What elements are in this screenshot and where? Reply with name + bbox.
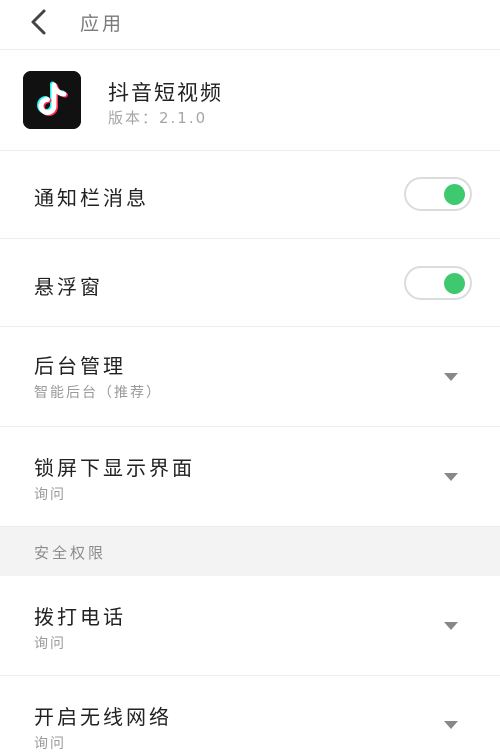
phone-call-permission-row[interactable]: 拨打电话 询问 — [0, 577, 500, 676]
wifi-permission-row[interactable]: 开启无线网络 询问 — [0, 677, 500, 753]
chevron-down-icon[interactable] — [444, 721, 458, 729]
security-permissions-section-header: 安全权限 — [0, 527, 500, 576]
chevron-left-icon — [31, 9, 46, 35]
top-bar: 应用 — [0, 0, 500, 50]
floating-window-setting-row[interactable]: 悬浮窗 — [0, 240, 500, 327]
back-button[interactable] — [24, 6, 54, 38]
chevron-down-icon[interactable] — [444, 622, 458, 630]
section-title: 安全权限 — [34, 544, 107, 562]
page-title: 应用 — [80, 13, 125, 35]
chevron-down-icon[interactable] — [444, 473, 458, 481]
notification-label: 通知栏消息 — [34, 186, 149, 210]
app-name: 抖音短视频 — [108, 81, 223, 105]
wifi-label: 开启无线网络 — [34, 705, 172, 729]
lockscreen-display-label: 锁屏下显示界面 — [34, 456, 195, 480]
notification-setting-row[interactable]: 通知栏消息 — [0, 152, 500, 239]
phone-call-label: 拨打电话 — [34, 605, 126, 629]
background-management-label: 后台管理 — [34, 354, 126, 378]
notification-toggle[interactable] — [404, 177, 472, 211]
lockscreen-display-value: 询问 — [34, 487, 66, 503]
floating-window-toggle[interactable] — [404, 266, 472, 300]
lockscreen-display-row[interactable]: 锁屏下显示界面 询问 — [0, 428, 500, 527]
toggle-knob — [444, 273, 465, 294]
phone-call-value: 询问 — [34, 636, 66, 652]
background-management-value: 智能后台（推荐） — [34, 385, 162, 401]
tiktok-logo-icon — [23, 71, 81, 129]
app-version: 版本：2.1.0 — [108, 109, 208, 127]
app-info-card: 抖音短视频 版本：2.1.0 — [0, 51, 500, 151]
floating-window-label: 悬浮窗 — [34, 275, 103, 299]
toggle-knob — [444, 184, 465, 205]
background-management-row[interactable]: 后台管理 智能后台（推荐） — [0, 328, 500, 427]
chevron-down-icon[interactable] — [444, 373, 458, 381]
wifi-value: 询问 — [34, 736, 66, 752]
